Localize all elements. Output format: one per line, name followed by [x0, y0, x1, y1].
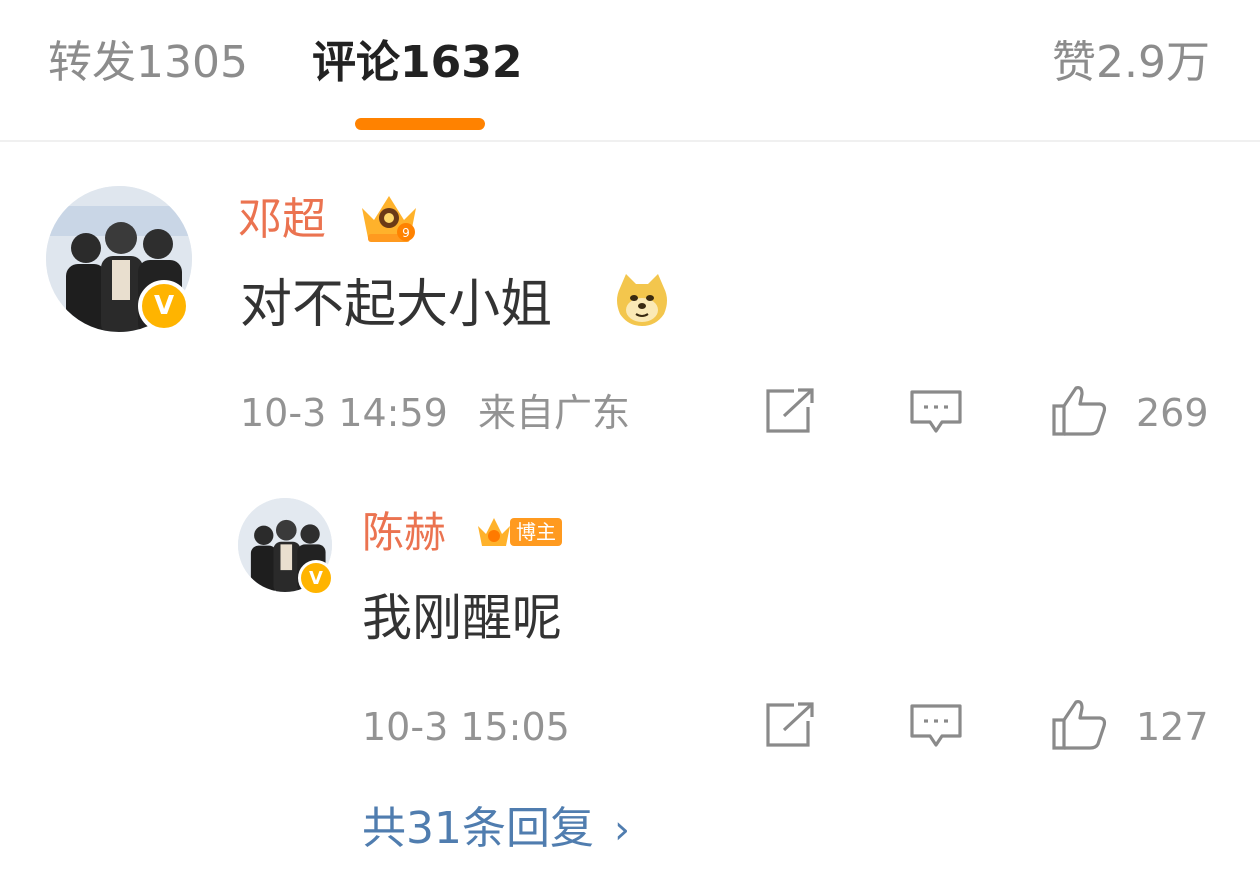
comment-location: 来自广东 [477, 391, 630, 435]
share-icon[interactable] [764, 702, 816, 748]
doge-emoji-icon [612, 270, 672, 334]
tab-like[interactable]: 赞2.9万 [1052, 36, 1210, 90]
verified-v-icon: V [298, 560, 334, 596]
thumbs-up-icon[interactable] [1050, 698, 1108, 752]
reply-time: 10-3 15:05 [362, 705, 570, 749]
more-replies-label: 共31条回复 [362, 803, 594, 854]
active-tab-indicator [355, 118, 485, 130]
comment-time: 10-3 14:59 [240, 391, 448, 435]
comment-like-count: 269 [1136, 391, 1209, 435]
tab-bar: 转发1305 评论1632 赞2.9万 [0, 0, 1260, 142]
crown-fan-badge-icon: 9 [354, 188, 424, 250]
comment-meta: 10-3 14:59 来自广东 [240, 388, 630, 438]
tab-comment[interactable]: 评论1632 [312, 36, 522, 90]
comment-text: 对不起大小姐 [240, 275, 553, 335]
reply-username[interactable]: 陈赫 [362, 506, 446, 560]
share-icon[interactable] [764, 388, 816, 434]
blogger-label: 博主 [510, 518, 562, 546]
comment-icon[interactable] [908, 702, 964, 750]
blogger-badge: 博主 [474, 512, 562, 552]
view-all-replies-link[interactable]: 共31条回复 › [362, 800, 630, 859]
thumbs-up-icon[interactable] [1050, 384, 1108, 438]
comment-icon[interactable] [908, 388, 964, 436]
reply-text: 我刚醒呢 [362, 589, 562, 647]
chevron-right-icon: › [614, 807, 630, 853]
comment-username[interactable]: 邓超 [238, 192, 326, 248]
reply-like-count: 127 [1136, 705, 1209, 749]
verified-v-icon: V [138, 280, 190, 332]
svg-text:9: 9 [402, 226, 410, 240]
tab-repost[interactable]: 转发1305 [48, 36, 248, 90]
crown-icon [478, 518, 510, 546]
